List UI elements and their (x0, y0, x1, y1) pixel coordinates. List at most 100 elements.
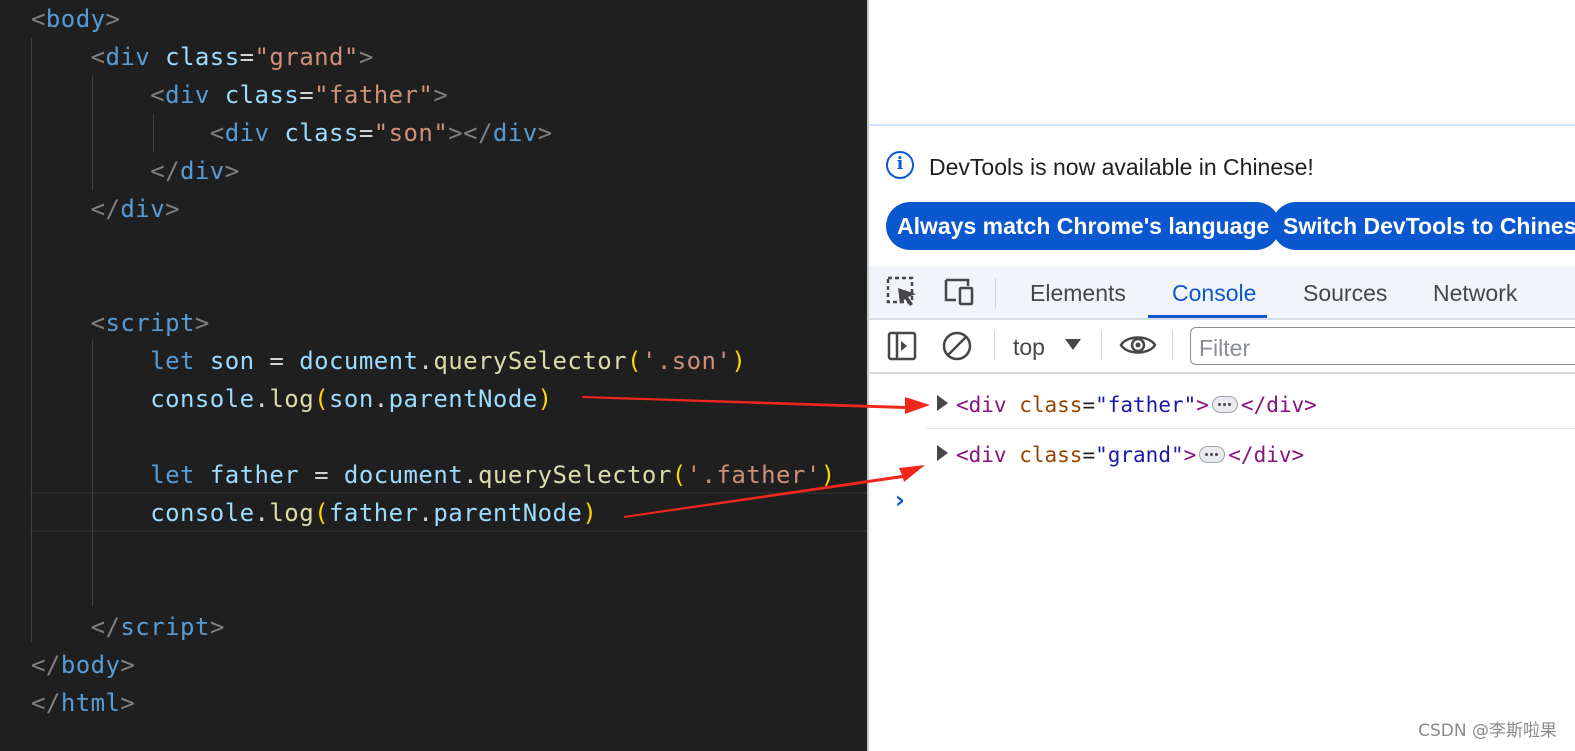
chevron-down-icon[interactable] (1065, 339, 1081, 350)
device-toolbar-icon[interactable] (942, 276, 976, 308)
code-token: script (120, 613, 210, 641)
console-tag-close: </div> (1228, 443, 1305, 467)
devtools-panel: i DevTools is now available in Chinese! … (867, 0, 1575, 751)
console-attr-name: class (1019, 393, 1083, 417)
code-line[interactable]: </html> (31, 684, 135, 722)
code-line[interactable]: let father = document.querySelector('.fa… (31, 456, 836, 494)
clear-console-icon[interactable] (941, 330, 973, 362)
code-line[interactable]: </div> (31, 190, 180, 228)
code-token: div (120, 195, 166, 223)
code-line[interactable]: <body> (31, 0, 120, 38)
console-tag-close: </div> (1240, 393, 1317, 417)
code-line[interactable]: </div> (31, 152, 240, 190)
code-line[interactable]: <div class="father"> (31, 76, 448, 114)
code-token: > (194, 309, 210, 337)
code-token: father (329, 499, 419, 527)
inspect-element-icon[interactable] (886, 276, 918, 308)
code-line[interactable]: <div class="grand"> (31, 38, 374, 76)
ellipsis-icon[interactable] (1199, 445, 1226, 463)
code-line[interactable]: <script> (31, 304, 210, 342)
code-token: > (209, 613, 225, 641)
code-token: console (150, 385, 255, 413)
code-token: = (358, 119, 374, 147)
code-token: </ (31, 195, 121, 223)
code-token: . (373, 385, 389, 413)
toolbar-divider (994, 330, 995, 360)
code-token: = (254, 347, 300, 375)
code-token: > (433, 81, 449, 109)
code-token: script (105, 309, 195, 337)
tab-sources[interactable]: Sources (1303, 266, 1387, 318)
console-prompt[interactable]: › (895, 485, 905, 515)
code-token: < (31, 309, 106, 337)
code-token: let (150, 461, 195, 489)
code-token: div (224, 119, 270, 147)
code-token: . (463, 461, 479, 489)
context-selector[interactable]: top (1013, 331, 1045, 363)
code-token: "son" (373, 119, 449, 147)
code-token: class (224, 81, 300, 109)
code-token: ( (671, 461, 687, 489)
code-token: son (209, 347, 255, 375)
code-token: . (254, 499, 270, 527)
code-token: > (105, 5, 121, 33)
sidebar-toggle-icon[interactable] (886, 330, 918, 362)
tab-elements[interactable]: Elements (1030, 266, 1126, 318)
code-token: parentNode (388, 385, 538, 413)
code-token: > (120, 689, 136, 717)
active-tab-indicator (1148, 315, 1267, 318)
code-token: father (209, 461, 300, 489)
switch-to-chinese-button[interactable]: Switch DevTools to Chinese (1272, 202, 1575, 250)
page-viewport (869, 0, 1575, 126)
code-token: < (31, 119, 225, 147)
code-line[interactable]: <div class="son"></div> (31, 114, 553, 152)
code-token: ) (731, 347, 747, 375)
code-line[interactable]: console.log(son.parentNode) (31, 380, 553, 418)
code-token: '.son' (641, 347, 732, 375)
console-tag-open: <div (956, 393, 1007, 417)
code-token: console (150, 499, 255, 527)
code-line[interactable]: </script> (31, 608, 225, 646)
console-attr-name: class (1019, 443, 1083, 467)
code-token: ) (537, 385, 553, 413)
code-token: div (492, 119, 538, 147)
code-token: . (418, 347, 434, 375)
code-token: log (269, 499, 315, 527)
code-token: . (418, 499, 434, 527)
code-token: > (120, 651, 136, 679)
toolbar-divider (1172, 330, 1173, 360)
console-attr-value: "grand" (1095, 443, 1184, 467)
live-expression-eye-icon[interactable] (1119, 330, 1157, 360)
console-attr-value: "father" (1095, 393, 1197, 417)
code-token: ></ (448, 119, 493, 147)
code-token: ( (314, 499, 330, 527)
code-token: > (358, 43, 374, 71)
code-token: let (150, 347, 195, 375)
code-token: < (31, 5, 46, 33)
always-match-language-button[interactable]: Always match Chrome's language (886, 202, 1281, 250)
code-token: </ (31, 157, 180, 185)
console-filter-input[interactable] (1190, 327, 1575, 365)
expand-triangle-icon[interactable] (937, 445, 948, 461)
code-line[interactable]: console.log(father.parentNode) (31, 494, 597, 532)
code-token: querySelector (433, 347, 628, 375)
code-line[interactable]: let son = document.querySelector('.son') (31, 342, 746, 380)
code-token: < (31, 81, 166, 109)
expand-triangle-icon[interactable] (937, 395, 948, 411)
tab-network[interactable]: Network (1433, 266, 1517, 318)
code-token: ( (627, 347, 642, 375)
code-editor[interactable]: <body> <div class="grand"> <div class="f… (0, 0, 867, 751)
ellipsis-icon[interactable] (1211, 395, 1238, 413)
code-token: = (299, 461, 344, 489)
tab-console[interactable]: Console (1172, 266, 1256, 318)
code-line[interactable]: </body> (31, 646, 135, 684)
